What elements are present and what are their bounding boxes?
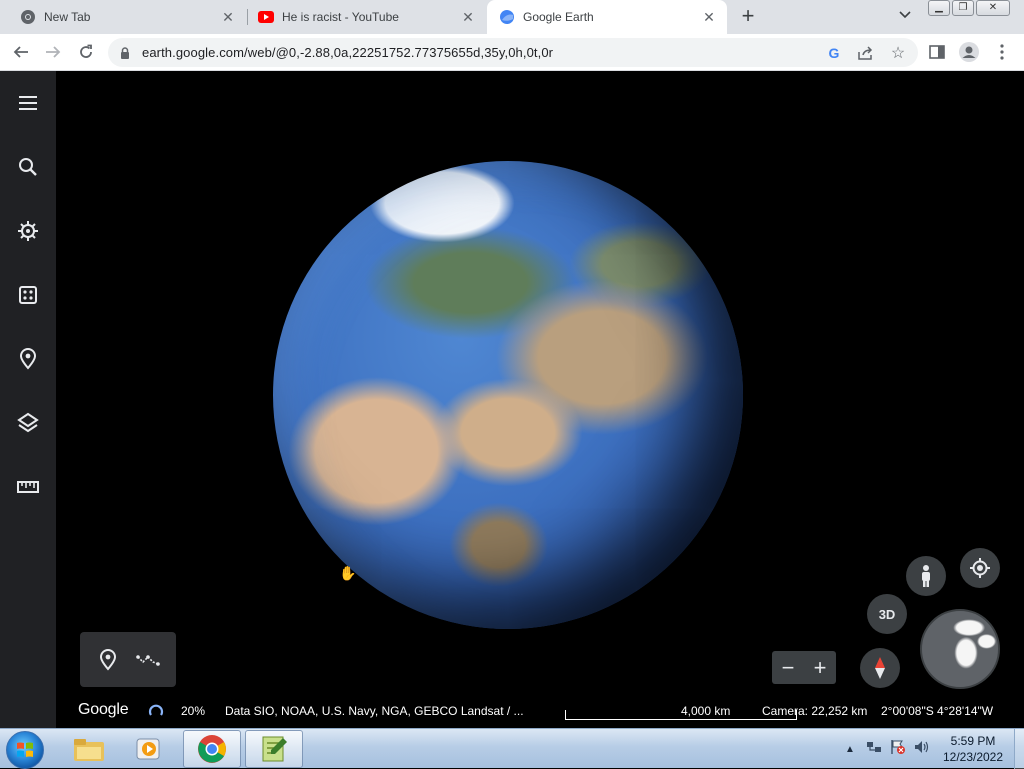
loading-spinner-icon (148, 703, 164, 722)
tab-new-tab[interactable]: New Tab ✕ (0, 0, 246, 34)
menu-icon[interactable] (14, 89, 42, 117)
zoom-out-button[interactable]: − (772, 651, 804, 684)
windows-logo-icon (17, 742, 33, 757)
more-menu-icon[interactable] (991, 41, 1013, 63)
zoom-controls: − + (772, 651, 836, 684)
side-panel-icon[interactable] (926, 41, 948, 63)
lock-icon[interactable] (120, 46, 130, 64)
tab-title: Google Earth (523, 10, 594, 24)
tools-panel (80, 632, 176, 687)
system-tray: ▲ (842, 729, 930, 769)
zoom-in-button[interactable]: + (804, 651, 836, 684)
data-attribution[interactable]: Data SIO, NOAA, U.S. Navy, NGA, GEBCO La… (225, 704, 524, 718)
voyager-icon[interactable] (14, 217, 42, 245)
close-window-button[interactable]: ✕ (976, 0, 1010, 16)
tab-strip: New Tab ✕ He is racist - YouTube ✕ Googl… (0, 0, 1024, 34)
street-view-pegman-button[interactable] (906, 556, 946, 596)
back-button[interactable] (9, 40, 33, 64)
earth-icon (499, 9, 515, 25)
compass-button[interactable] (860, 648, 900, 688)
clock-time: 5:59 PM (950, 734, 996, 748)
earth-status-bar: Google 20% Data SIO, NOAA, U.S. Navy, NG… (56, 701, 1024, 723)
action-center-flag-icon[interactable] (890, 739, 906, 760)
clock-date: 12/23/2022 (942, 750, 1004, 764)
tab-google-earth[interactable]: Google Earth ✕ (487, 0, 727, 34)
toggle-3d-button[interactable]: 3D (867, 594, 907, 634)
volume-icon[interactable] (914, 739, 930, 760)
chrome-icon (20, 9, 36, 25)
minimize-button[interactable]: ▁ (928, 0, 950, 16)
google-lens-icon[interactable]: G (824, 43, 844, 63)
bookmark-star-icon[interactable]: ☆ (888, 43, 908, 63)
overview-minimap[interactable] (920, 609, 1000, 689)
notepad-plus-icon[interactable] (245, 730, 303, 768)
back-arrow-icon (13, 46, 28, 58)
windows-taskbar: ▲ 5:59 PM 12/23/2022 (0, 728, 1024, 769)
cursor-coordinates: 2°00'08"S 4°28'14"W (881, 704, 994, 718)
network-icon[interactable] (866, 739, 882, 760)
youtube-icon (258, 9, 274, 25)
google-logo: Google (78, 701, 129, 718)
profile-avatar-icon[interactable] (958, 41, 980, 63)
add-placemark-icon[interactable] (96, 648, 120, 672)
search-icon[interactable] (14, 153, 42, 181)
media-player-icon[interactable] (120, 730, 178, 768)
tab-search-chevron-icon[interactable] (896, 8, 914, 26)
earth-globe[interactable] (273, 161, 743, 629)
forward-button[interactable] (41, 40, 65, 64)
earth-sidebar (0, 71, 56, 728)
random-feeling-lucky-icon[interactable] (14, 281, 42, 309)
restore-button[interactable]: ❐ (952, 0, 974, 16)
reload-icon (80, 44, 92, 58)
reload-button[interactable] (74, 40, 98, 64)
scale-label: 4,000 km (681, 704, 731, 718)
tab-title: He is racist - YouTube (282, 10, 399, 24)
camera-altitude: Camera: 22,252 km (762, 704, 868, 718)
my-location-button[interactable] (960, 548, 1000, 588)
show-desktop-button[interactable] (1014, 729, 1024, 769)
start-button[interactable] (6, 731, 44, 769)
loading-percent: 20% (181, 704, 206, 718)
map-style-layers-icon[interactable] (14, 409, 42, 437)
hand-cursor-icon: ✋ (339, 565, 357, 581)
projects-pin-icon[interactable] (14, 345, 42, 373)
measure-ruler-icon[interactable] (14, 473, 42, 501)
windows-explorer-icon[interactable] (60, 730, 118, 768)
taskbar-clock[interactable]: 5:59 PM 12/23/2022 (937, 733, 1009, 765)
forward-arrow-icon (46, 46, 61, 58)
tab-youtube[interactable]: He is racist - YouTube ✕ (248, 0, 486, 34)
window-controls: ▁ ❐ ✕ (928, 0, 1010, 16)
earth-viewport[interactable]: ✋ 3D − + Google 20% Data SIO, NOAA, U.S.… (0, 71, 1024, 728)
url-text[interactable]: earth.google.com/web/@0,-2.88,0a,2225175… (142, 45, 553, 60)
close-tab-icon[interactable]: ✕ (220, 9, 236, 25)
show-hidden-icons-icon[interactable]: ▲ (842, 744, 858, 755)
share-icon[interactable] (856, 43, 876, 63)
browser-toolbar: earth.google.com/web/@0,-2.88,0a,2225175… (0, 34, 1024, 71)
close-tab-icon[interactable]: ✕ (460, 9, 476, 25)
address-bar[interactable]: earth.google.com/web/@0,-2.88,0a,2225175… (108, 38, 918, 67)
compass-icon (875, 657, 885, 679)
tab-title: New Tab (44, 10, 91, 24)
new-tab-button[interactable]: + (736, 5, 760, 29)
chrome-icon[interactable] (183, 730, 241, 768)
close-tab-icon[interactable]: ✕ (701, 9, 717, 25)
draw-path-icon[interactable] (136, 648, 160, 672)
